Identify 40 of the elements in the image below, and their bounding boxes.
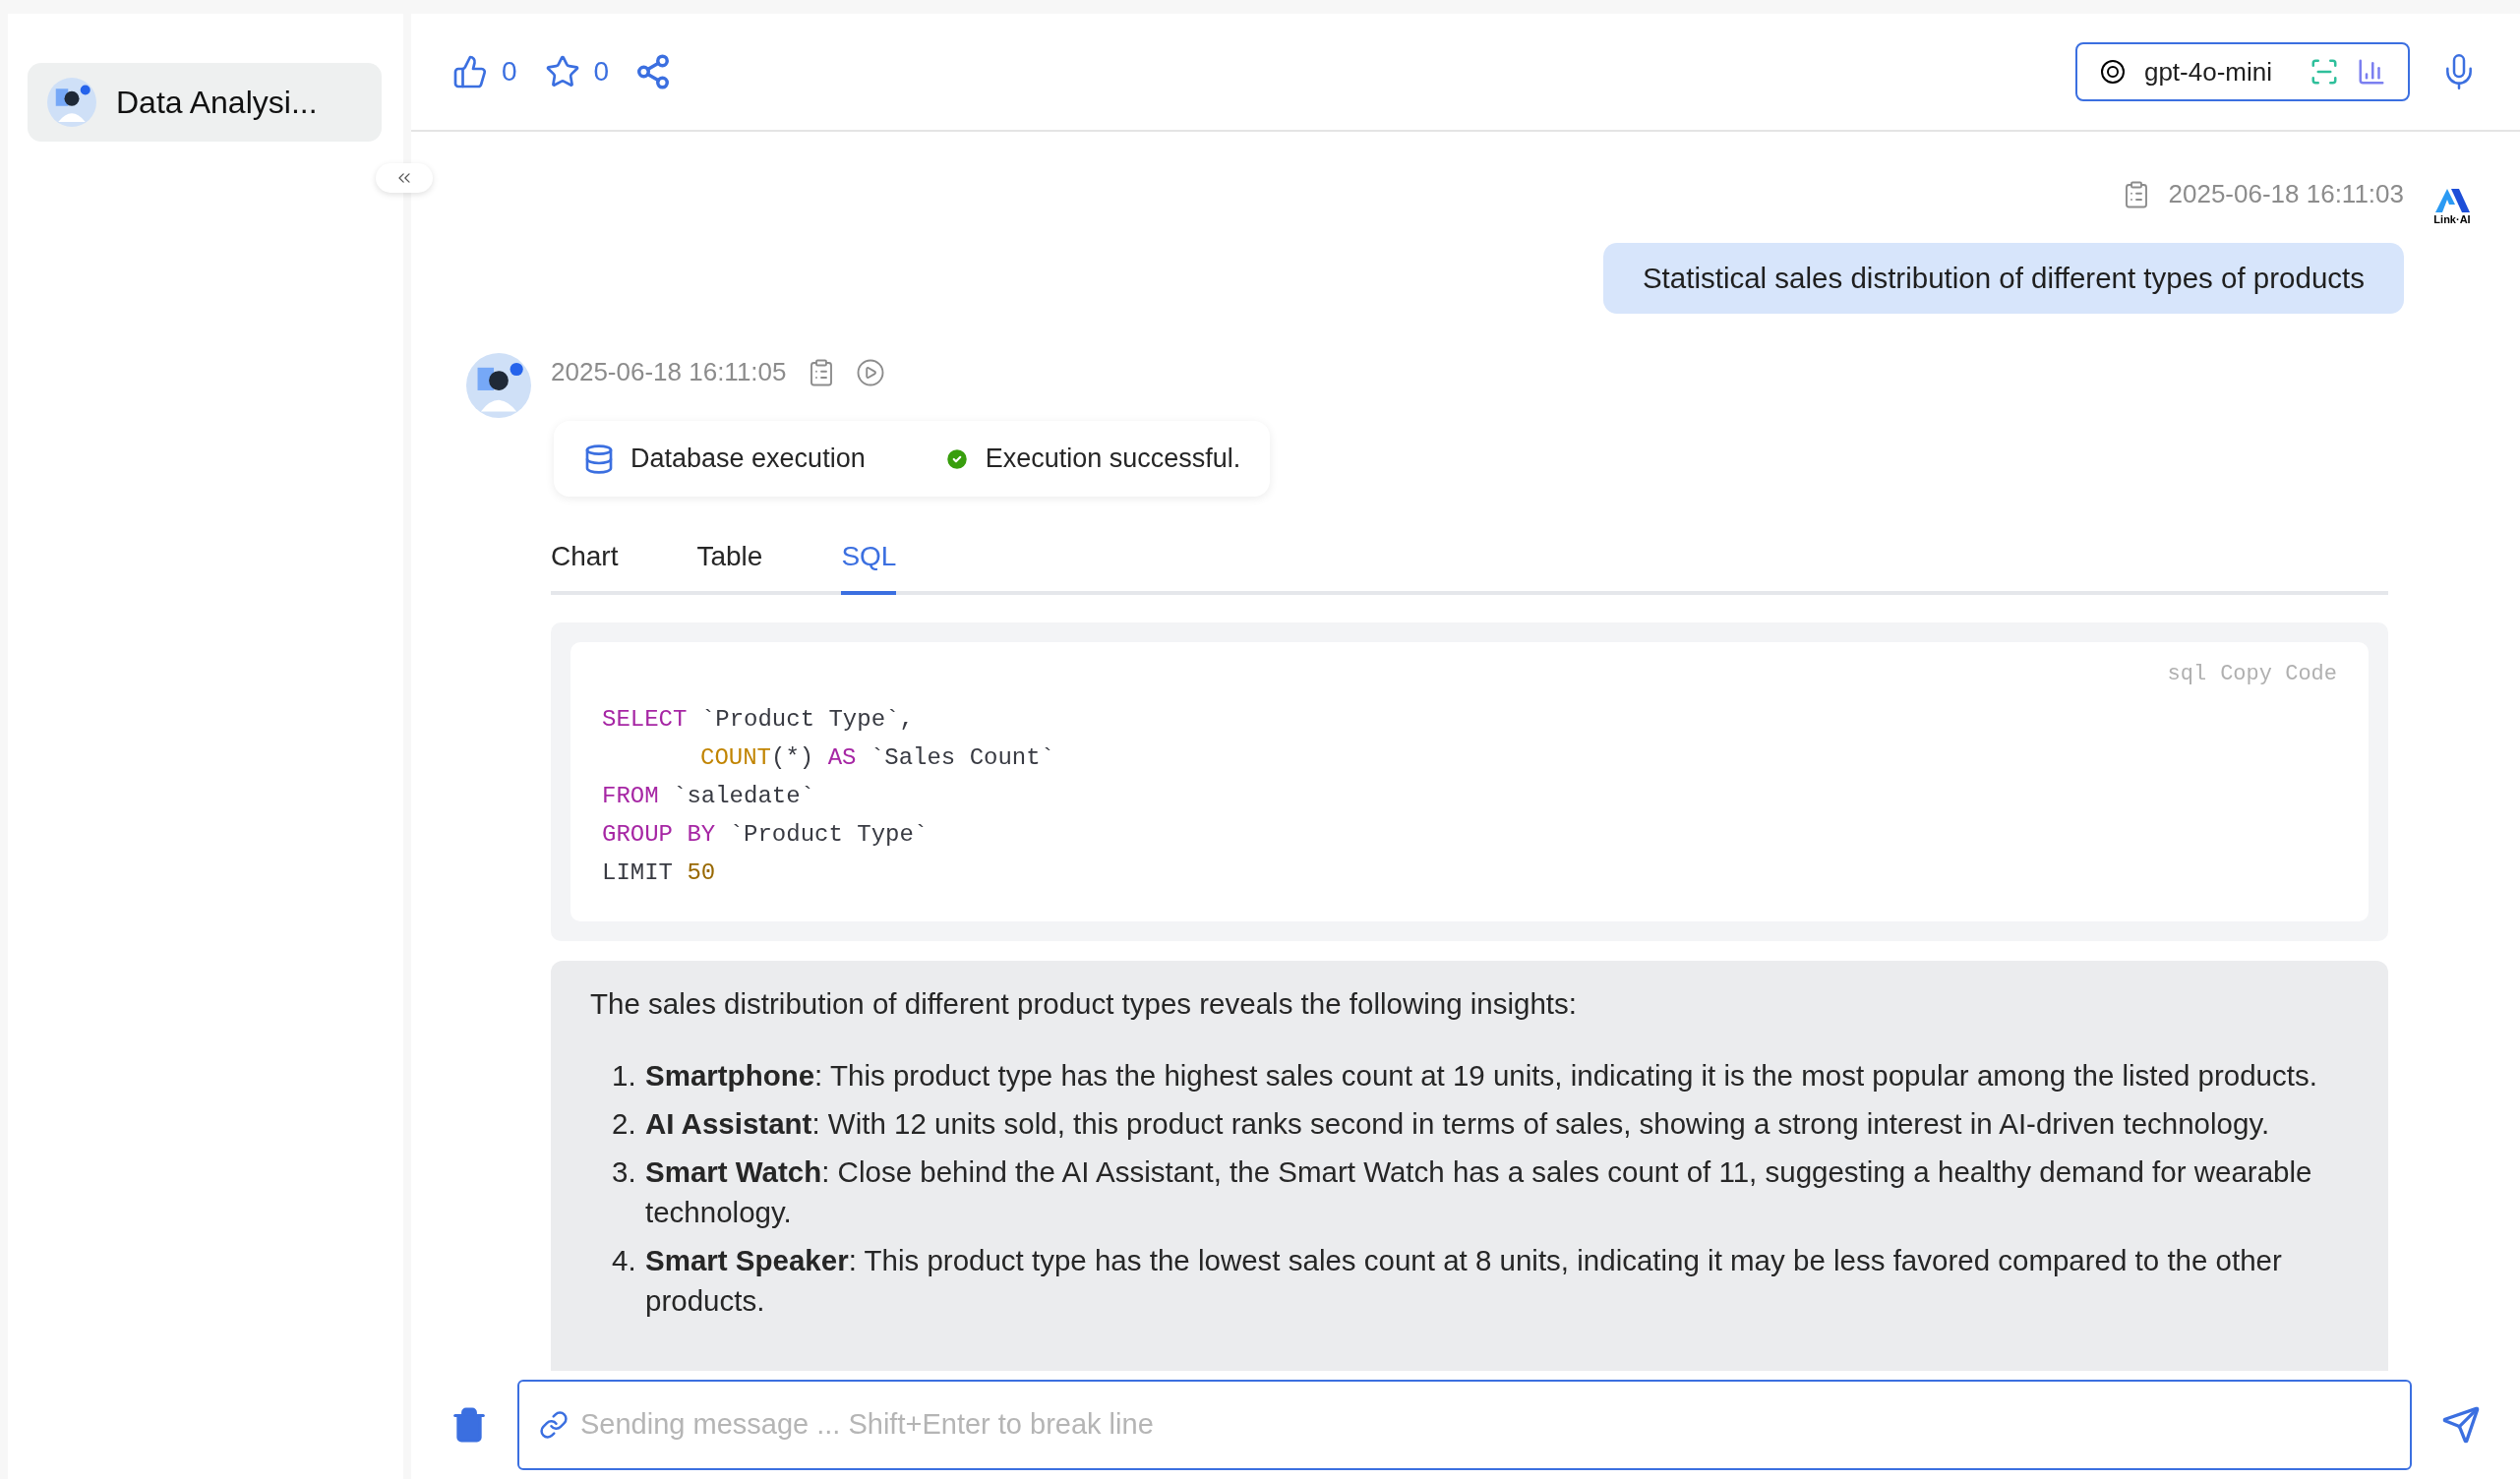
message-time: 2025-06-18 16:11:03 <box>2168 178 2404 210</box>
logo-text: Link·AI <box>2433 214 2471 225</box>
list-item: Smartphone: This product type has the highest sales count at 19 units, indicating it is the most popular among the listed products. <box>645 1058 2317 1094</box>
image-scan-icon <box>2310 57 2339 87</box>
code-line: LIMIT 50 <box>602 858 716 888</box>
list-item: AI Assistant: With 12 units sold, this product ranks second in terms of sales, showing a strong interest in AI-driven technology. <box>645 1106 2270 1142</box>
list-item: Smart Speaker: This product type has the lowest sales count at 8 units, indicating it may be less favored compared to the other products. <box>645 1243 2283 1319</box>
list-number: 2. <box>612 1106 635 1142</box>
link-icon[interactable] <box>539 1410 569 1440</box>
user-message: Statistical sales distribution of different types of products <box>1602 243 2404 315</box>
avatar-icon <box>466 353 531 419</box>
message-input[interactable]: Sending message ... Shift+Enter to break line <box>580 1403 2390 1447</box>
code-language: sql <box>2167 660 2207 688</box>
like-button[interactable]: 0 <box>452 51 517 92</box>
send-icon[interactable] <box>2441 1405 2481 1445</box>
list-number: 4. <box>612 1243 635 1278</box>
result-tab[interactable]: Chart <box>551 535 619 595</box>
list-number: 3. <box>612 1154 635 1190</box>
database-icon <box>583 443 615 475</box>
model-selector[interactable]: gpt-4o-mini <box>2074 42 2410 101</box>
code-line: GROUP BY `Product Type` <box>602 819 929 850</box>
message-field[interactable]: Sending message ... Shift+Enter to break line <box>517 1380 2412 1470</box>
favorite-button[interactable]: 0 <box>544 51 610 92</box>
delete-icon[interactable] <box>450 1406 488 1444</box>
status-label: Database execution <box>630 443 866 476</box>
chart-icon <box>2357 57 2386 87</box>
status-result: Execution successful. <box>985 443 1241 476</box>
answer-intro: The sales distribution of different product types reveals the following insights: <box>590 985 1578 1022</box>
result-tab[interactable]: SQL <box>841 535 897 595</box>
result-tab[interactable]: Table <box>696 535 763 595</box>
message-time: 2025-06-18 16:11:05 <box>551 356 787 389</box>
logo-icon <box>2433 187 2471 214</box>
list-number: 1. <box>612 1058 635 1094</box>
avatar-icon <box>47 78 96 127</box>
code-line: SELECT `Product Type`, <box>602 704 914 735</box>
code-line: COUNT(*) AS `Sales Count` <box>699 742 1055 773</box>
sidebar-item[interactable]: Data Analysi... <box>28 63 382 142</box>
code-line: FROM `saledate` <box>602 781 815 811</box>
play-icon[interactable] <box>855 357 885 387</box>
list-item: Smart Watch: Close behind the AI Assistant, the Smart Watch has a sales count of 11, suggesting a healthy demand for wearable technology. <box>645 1154 2313 1230</box>
